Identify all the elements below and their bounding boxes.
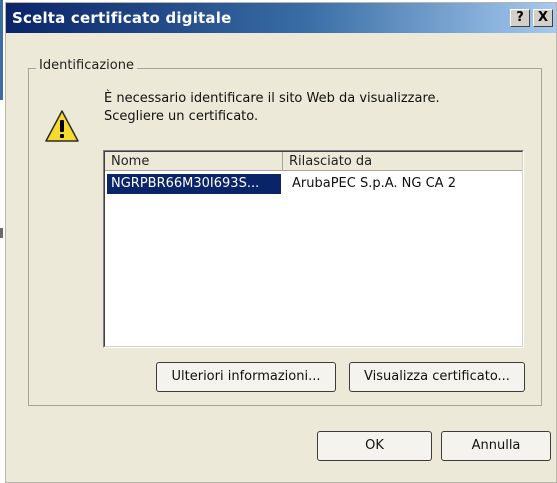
warning-icon (45, 110, 79, 142)
view-certificate-button[interactable]: Visualizza certificato... (349, 362, 525, 392)
list-header: Nome Rilasciato da (105, 152, 522, 171)
help-button[interactable]: ? (510, 9, 530, 27)
message-line-1: È necessario identificare il sito Web da… (104, 91, 440, 106)
ok-button[interactable]: OK (317, 431, 432, 461)
identification-message: È necessario identificare il sito Web da… (104, 90, 440, 126)
certificate-list-frame: Nome Rilasciato da NGRPBR66M30I693S... A… (104, 151, 523, 347)
dialog-title: Scelta certificato digitale (12, 9, 232, 27)
certificate-issuer-cell[interactable]: ArubaPEC S.p.A. NG CA 2 (281, 174, 456, 194)
message-line-2: Scegliere un certificato. (104, 109, 259, 124)
background-window-edge (0, 0, 3, 100)
certificate-list[interactable]: Nome Rilasciato da NGRPBR66M30I693S... A… (103, 150, 524, 348)
certificate-name-cell[interactable]: NGRPBR66M30I693S... (107, 174, 281, 194)
close-button[interactable]: X (533, 9, 553, 27)
list-item[interactable]: NGRPBR66M30I693S... ArubaPEC S.p.A. NG C… (105, 174, 522, 194)
column-header-name[interactable]: Nome (105, 152, 283, 171)
title-bar[interactable]: Scelta certificato digitale ? X (6, 3, 556, 33)
more-info-button[interactable]: Ulteriori informazioni... (156, 362, 336, 392)
cancel-button[interactable]: Annulla (441, 431, 551, 461)
background-window-marker (0, 228, 3, 238)
group-label: Identificazione (36, 58, 137, 73)
column-header-issuer[interactable]: Rilasciato da (283, 152, 522, 171)
